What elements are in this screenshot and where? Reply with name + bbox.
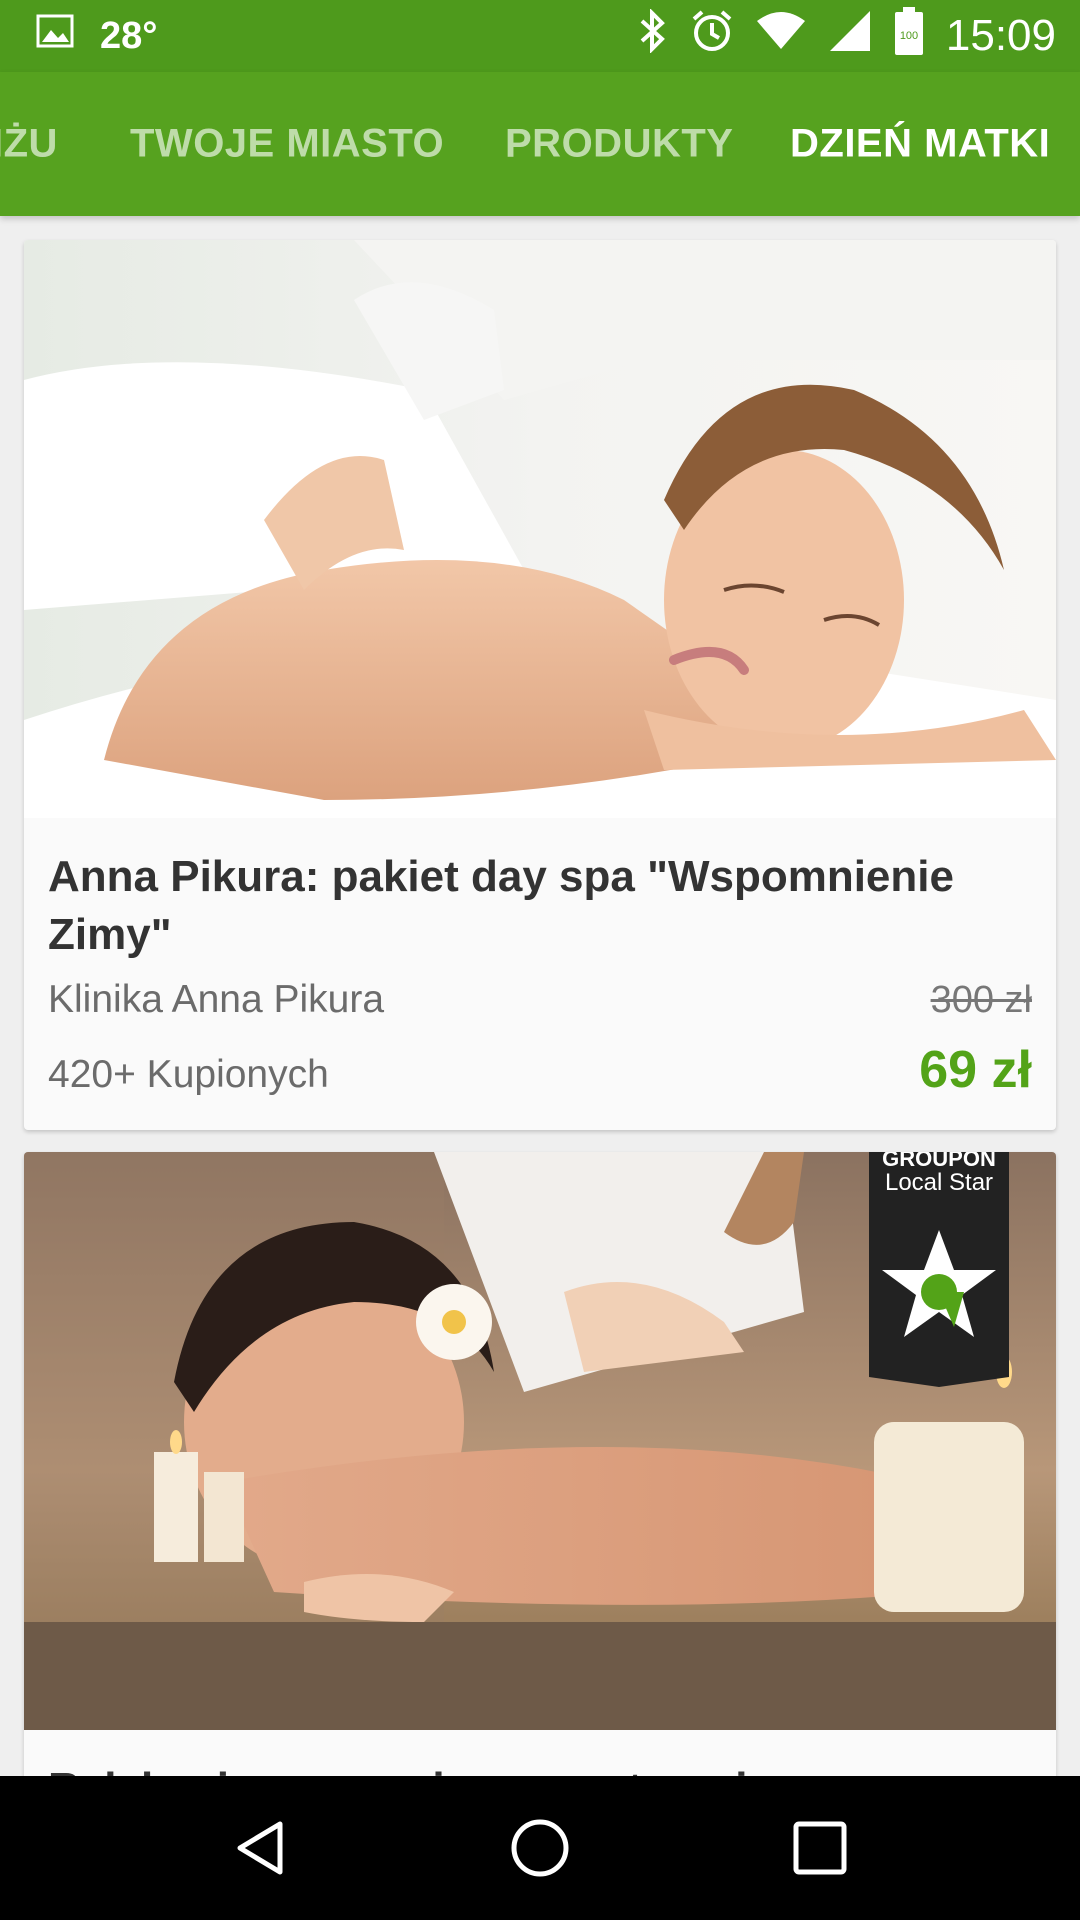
- deal-info[interactable]: Relaksujący masaż z aromaterapią: [24, 1730, 1056, 1776]
- deal-price: 69 zł: [919, 1041, 1032, 1099]
- alarm-icon: [690, 9, 734, 64]
- clock-text: 15:09: [945, 11, 1056, 60]
- original-price: 300 zł: [930, 979, 1032, 1021]
- merchant-name: Klinika Anna Pikura: [48, 978, 385, 1021]
- back-button[interactable]: [215, 1803, 305, 1893]
- image-notification-icon: [36, 14, 74, 58]
- wifi-icon: [756, 11, 806, 62]
- status-bar: 28° 100 15:09: [0, 0, 1080, 72]
- deal-card[interactable]: GROUPON Local Star Relaksujący masaż z a…: [24, 1152, 1056, 1776]
- battery-icon: 100: [894, 6, 924, 67]
- local-star-badge: GROUPON Local Star: [869, 1152, 1009, 1387]
- recents-button[interactable]: [775, 1803, 865, 1893]
- temperature-text: 28°: [100, 14, 158, 57]
- deal-title: Anna Pikura: pakiet day spa "Wspomnienie…: [48, 852, 954, 959]
- deal-info[interactable]: Anna Pikura: pakiet day spa "Wspomnienie…: [24, 818, 1056, 1130]
- sold-count: 420+ Kupionych: [48, 1053, 329, 1096]
- deals-feed[interactable]: Anna Pikura: pakiet day spa "Wspomnienie…: [0, 216, 1080, 1776]
- deal-card[interactable]: Anna Pikura: pakiet day spa "Wspomnienie…: [24, 240, 1056, 1130]
- home-button[interactable]: [495, 1803, 585, 1893]
- tab-produkty[interactable]: PRODUKTY: [505, 122, 733, 167]
- tab-partial[interactable]: IŻU: [0, 122, 58, 167]
- svg-text:Local Star: Local Star: [885, 1169, 993, 1196]
- signal-icon: [828, 9, 872, 64]
- deal-image[interactable]: [24, 240, 1056, 818]
- deal-title: Relaksujący masaż z aromaterapią: [48, 1760, 1032, 1776]
- system-navigation-bar: [0, 1776, 1080, 1920]
- tab-twoje-miasto[interactable]: TWOJE MIASTO: [130, 122, 444, 167]
- bluetooth-icon: [638, 7, 668, 64]
- category-tabs: IŻU TWOJE MIASTO PRODUKTY DZIEŃ MATKI: [0, 72, 1080, 216]
- deal-image[interactable]: GROUPON Local Star: [24, 1152, 1056, 1730]
- tab-dzien-matki[interactable]: DZIEŃ MATKI: [790, 122, 1050, 167]
- svg-text:100: 100: [900, 30, 918, 42]
